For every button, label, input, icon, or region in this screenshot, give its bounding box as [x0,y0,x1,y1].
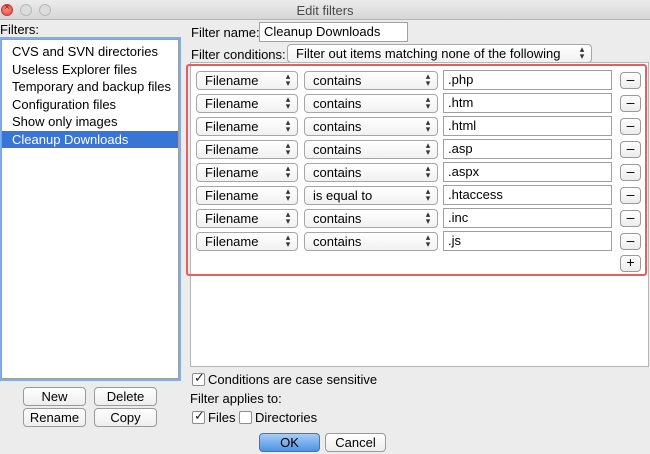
condition-value-input[interactable]: .htm [443,93,612,113]
condition-operator-value: contains [313,73,362,88]
chevron-updown-icon: ▴ ▾ [285,232,291,249]
filter-list-item[interactable]: Show only images [2,113,178,130]
condition-operator-select[interactable]: contains ▴ ▾ [304,140,438,159]
condition-field-value: Filename [205,142,259,157]
filter-list-item[interactable]: CVS and SVN directories [2,43,178,60]
remove-condition-button[interactable]: – [620,164,641,181]
filter-conditions-select[interactable]: Filter out items matching none of the fo… [287,44,592,63]
new-filter-button[interactable]: New [23,387,86,406]
chevron-updown-icon: ▴ ▾ [285,117,291,134]
ok-button[interactable]: OK [259,433,320,452]
filter-conditions-label: Filter conditions: [191,47,286,62]
condition-value-input[interactable]: .asp [443,139,612,159]
filter-list-item[interactable]: Cleanup Downloads [2,130,178,148]
chevron-updown-icon: ▴ ▾ [285,94,291,111]
condition-field-value: Filename [205,119,259,134]
chevron-updown-icon: ▴ ▾ [425,117,431,134]
chevron-updown-icon: ▴ ▾ [285,209,291,226]
remove-condition-button[interactable]: – [620,210,641,227]
condition-field-select[interactable]: Filename ▴ ▾ [196,140,298,159]
condition-field-select[interactable]: Filename ▴ ▾ [196,117,298,136]
remove-condition-button[interactable]: – [620,118,641,135]
delete-filter-button[interactable]: Delete [94,387,157,406]
rename-filter-button[interactable]: Rename [23,408,86,427]
filter-name-label: Filter name: [191,25,260,40]
files-checkbox[interactable]: ✓ [192,408,205,424]
condition-operator-select[interactable]: contains ▴ ▾ [304,209,438,228]
filters-list[interactable]: CVS and SVN directories Useless Explorer … [1,39,179,379]
remove-condition-button[interactable]: – [620,141,641,158]
checkmark-icon: ✓ [194,370,205,385]
directories-checkbox[interactable] [239,411,252,424]
chevron-updown-icon: ▴ ▾ [285,140,291,157]
condition-operator-select[interactable]: contains ▴ ▾ [304,232,438,251]
condition-operator-value: contains [313,96,362,111]
chevron-updown-icon: ▴ ▾ [285,71,291,88]
condition-operator-select[interactable]: contains ▴ ▾ [304,71,438,90]
condition-value-input[interactable]: .js [443,231,612,251]
chevron-updown-icon: ▴ ▾ [425,232,431,249]
filter-name-input[interactable]: Cleanup Downloads [259,22,408,42]
condition-field-value: Filename [205,96,259,111]
checkmark-icon: ✓ [194,408,205,423]
condition-operator-select[interactable]: contains ▴ ▾ [304,117,438,136]
condition-value-input[interactable]: .aspx [443,162,612,182]
cancel-button[interactable]: Cancel [325,433,386,452]
condition-operator-value: contains [313,211,362,226]
condition-value-input[interactable]: .inc [443,208,612,228]
condition-operator-value: contains [313,165,362,180]
condition-operator-select[interactable]: is equal to ▴ ▾ [304,186,438,205]
chevron-updown-icon: ▴ ▾ [425,140,431,157]
condition-operator-select[interactable]: contains ▴ ▾ [304,163,438,182]
chevron-updown-icon: ▴ ▾ [425,71,431,88]
condition-operator-value: contains [313,234,362,249]
remove-condition-button[interactable]: – [620,233,641,250]
remove-condition-button[interactable]: – [620,72,641,89]
condition-field-select[interactable]: Filename ▴ ▾ [196,186,298,205]
filters-label: Filters: [0,22,39,37]
remove-condition-button[interactable]: – [620,95,641,112]
chevron-updown-icon: ▴ ▾ [425,209,431,226]
files-label: Files [208,410,236,425]
condition-field-select[interactable]: Filename ▴ ▾ [196,163,298,182]
chevron-updown-icon: ▴ ▾ [425,186,431,203]
condition-operator-value: contains [313,119,362,134]
condition-field-value: Filename [205,73,259,88]
condition-value-input[interactable]: .php [443,70,612,90]
window-title: Edit filters [296,3,354,18]
chevron-updown-icon: ▴ ▾ [425,94,431,111]
condition-field-value: Filename [205,211,259,226]
condition-field-select[interactable]: Filename ▴ ▾ [196,71,298,90]
chevron-updown-icon: ▴ ▾ [425,163,431,180]
condition-operator-select[interactable]: contains ▴ ▾ [304,94,438,113]
title-bar: × Edit filters [0,0,650,20]
applies-to-label: Filter applies to: [190,391,282,406]
directories-label: Directories [255,410,318,425]
condition-operator-value: is equal to [313,188,373,203]
filter-list-item[interactable]: Temporary and backup files [2,78,178,95]
filter-list-item[interactable]: Configuration files [2,96,178,113]
add-condition-button[interactable]: + [620,255,641,272]
filter-conditions-value: Filter out items matching none of the fo… [296,46,561,61]
case-sensitive-label: Conditions are case sensitive [208,372,378,387]
chevron-updown-icon: ▴ ▾ [579,44,585,61]
condition-value-input[interactable]: .html [443,116,612,136]
condition-field-value: Filename [205,188,259,203]
condition-value-input[interactable]: .htaccess [443,185,612,205]
remove-condition-button[interactable]: – [620,187,641,204]
filter-list-item[interactable]: Useless Explorer files [2,61,178,78]
case-sensitive-checkbox[interactable]: ✓ [192,370,205,386]
chevron-updown-icon: ▴ ▾ [285,186,291,203]
condition-field-value: Filename [205,165,259,180]
chevron-updown-icon: ▴ ▾ [285,163,291,180]
condition-operator-value: contains [313,142,362,157]
condition-field-value: Filename [205,234,259,249]
copy-filter-button[interactable]: Copy [94,408,157,427]
condition-field-select[interactable]: Filename ▴ ▾ [196,232,298,251]
condition-field-select[interactable]: Filename ▴ ▾ [196,94,298,113]
condition-field-select[interactable]: Filename ▴ ▾ [196,209,298,228]
